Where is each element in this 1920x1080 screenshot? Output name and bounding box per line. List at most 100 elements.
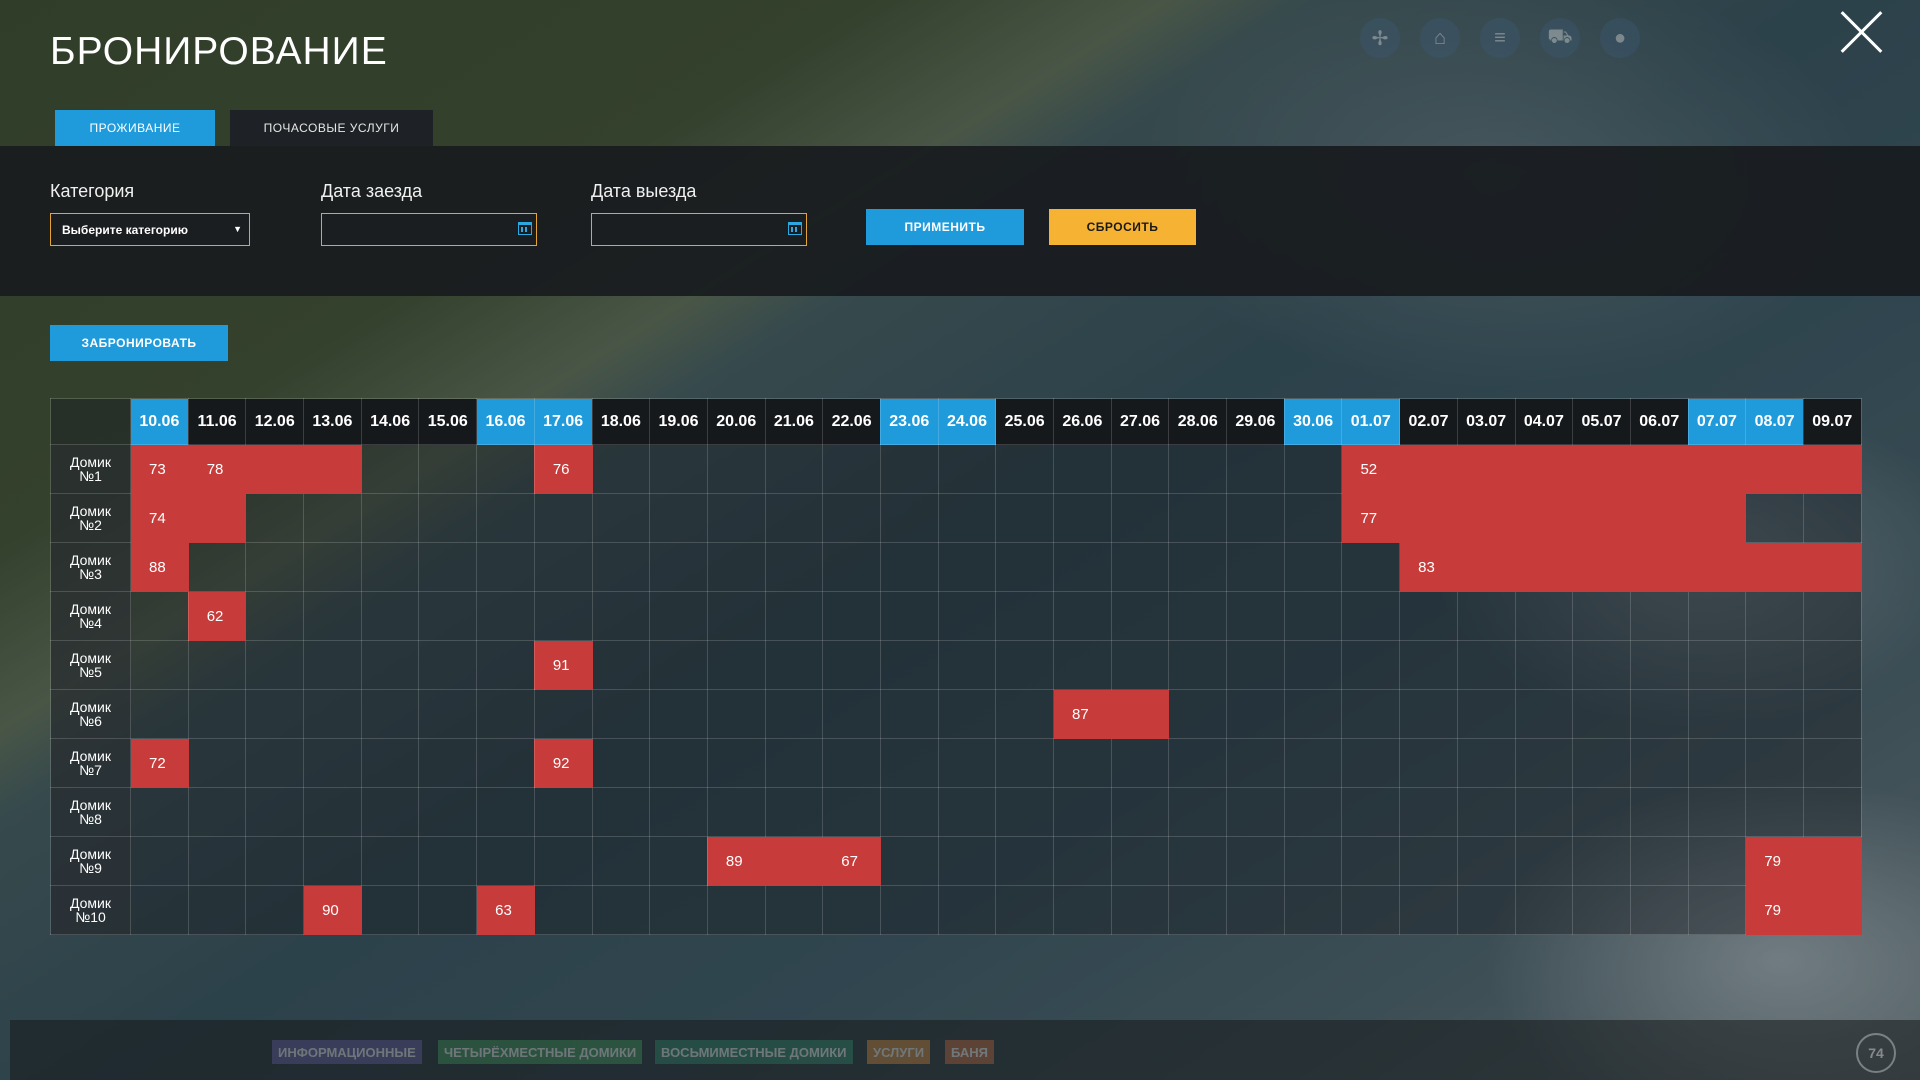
network-icon[interactable]: ✢: [1360, 18, 1400, 58]
free-cell[interactable]: [1456, 689, 1516, 739]
footer-category-button[interactable]: ЧЕТЫРЁХМЕСТНЫЕ ДОМИКИ: [438, 1040, 643, 1064]
free-cell[interactable]: [1572, 836, 1631, 886]
free-cell[interactable]: [1745, 738, 1804, 788]
free-cell[interactable]: [1399, 689, 1458, 739]
free-cell[interactable]: [995, 640, 1054, 690]
booking-cell[interactable]: 73: [130, 444, 189, 494]
free-cell[interactable]: [1514, 591, 1574, 641]
free-cell[interactable]: [591, 689, 651, 739]
free-cell[interactable]: [649, 787, 708, 837]
free-cell[interactable]: [706, 787, 766, 837]
free-cell[interactable]: [303, 640, 362, 690]
free-cell[interactable]: [1687, 640, 1747, 690]
free-cell[interactable]: [1629, 836, 1689, 886]
free-cell[interactable]: [1341, 836, 1401, 886]
free-cell[interactable]: [418, 640, 478, 690]
free-cell[interactable]: [764, 787, 824, 837]
free-cell[interactable]: [822, 787, 881, 837]
booking-cell[interactable]: 88: [130, 542, 189, 592]
free-cell[interactable]: [1110, 542, 1170, 592]
free-cell[interactable]: [476, 444, 535, 494]
free-cell[interactable]: [1053, 885, 1112, 935]
free-cell[interactable]: [764, 689, 824, 739]
free-cell[interactable]: [1283, 591, 1343, 641]
free-cell[interactable]: [418, 836, 478, 886]
booking-cell[interactable]: 78: [187, 444, 362, 494]
free-cell[interactable]: [476, 689, 535, 739]
free-cell[interactable]: [879, 444, 939, 494]
free-cell[interactable]: [533, 836, 593, 886]
free-cell[interactable]: [1629, 885, 1689, 935]
calendar-icon[interactable]: [788, 222, 802, 235]
free-cell[interactable]: [1745, 689, 1804, 739]
free-cell[interactable]: [995, 885, 1054, 935]
free-cell[interactable]: [591, 640, 651, 690]
free-cell[interactable]: [1053, 738, 1112, 788]
free-cell[interactable]: [591, 787, 651, 837]
free-cell[interactable]: [533, 787, 593, 837]
free-cell[interactable]: [591, 836, 651, 886]
booking-cell[interactable]: 62: [187, 591, 247, 641]
free-cell[interactable]: [764, 640, 824, 690]
free-cell[interactable]: [1168, 493, 1228, 543]
free-cell[interactable]: [937, 738, 997, 788]
free-cell[interactable]: [649, 689, 708, 739]
free-cell[interactable]: [1629, 640, 1689, 690]
free-cell[interactable]: [1110, 738, 1170, 788]
close-icon[interactable]: [1840, 10, 1884, 54]
free-cell[interactable]: [1456, 591, 1516, 641]
free-cell[interactable]: [1110, 787, 1170, 837]
free-cell[interactable]: [1745, 640, 1804, 690]
free-cell[interactable]: [476, 591, 535, 641]
free-cell[interactable]: [1572, 591, 1631, 641]
free-cell[interactable]: [764, 885, 824, 935]
free-cell[interactable]: [879, 787, 939, 837]
free-cell[interactable]: [1110, 640, 1170, 690]
free-cell[interactable]: [533, 591, 593, 641]
footer-category-button[interactable]: УСЛУГИ: [867, 1040, 931, 1064]
free-cell[interactable]: [1572, 738, 1631, 788]
free-cell[interactable]: [1283, 885, 1343, 935]
free-cell[interactable]: [1745, 787, 1804, 837]
free-cell[interactable]: [360, 689, 420, 739]
free-cell[interactable]: [360, 885, 420, 935]
free-cell[interactable]: [1226, 885, 1285, 935]
free-cell[interactable]: [245, 591, 305, 641]
free-cell[interactable]: [937, 640, 997, 690]
free-cell[interactable]: [649, 836, 708, 886]
free-cell[interactable]: [995, 493, 1054, 543]
free-cell[interactable]: [879, 885, 939, 935]
free-cell[interactable]: [764, 738, 824, 788]
free-cell[interactable]: [303, 738, 362, 788]
free-cell[interactable]: [1802, 689, 1862, 739]
checkin-date-input[interactable]: [321, 213, 537, 246]
free-cell[interactable]: [1226, 836, 1285, 886]
free-cell[interactable]: [649, 493, 708, 543]
free-cell[interactable]: [1283, 689, 1343, 739]
booking-cell[interactable]: 90: [303, 885, 362, 935]
free-cell[interactable]: [1687, 738, 1747, 788]
free-cell[interactable]: [1168, 591, 1228, 641]
free-cell[interactable]: [822, 885, 881, 935]
free-cell[interactable]: [360, 444, 420, 494]
free-cell[interactable]: [879, 591, 939, 641]
free-cell[interactable]: [130, 836, 189, 886]
free-cell[interactable]: [591, 591, 651, 641]
free-cell[interactable]: [822, 542, 881, 592]
cart-icon[interactable]: ⛟: [1540, 18, 1580, 58]
free-cell[interactable]: [130, 885, 189, 935]
free-cell[interactable]: [1226, 689, 1285, 739]
free-cell[interactable]: [245, 493, 305, 543]
free-cell[interactable]: [1629, 591, 1689, 641]
free-cell[interactable]: [1053, 444, 1112, 494]
free-cell[interactable]: [303, 787, 362, 837]
free-cell[interactable]: [1226, 787, 1285, 837]
free-cell[interactable]: [879, 493, 939, 543]
free-cell[interactable]: [764, 591, 824, 641]
free-cell[interactable]: [1168, 885, 1228, 935]
map-pin-icon[interactable]: ●: [1600, 18, 1640, 58]
free-cell[interactable]: [187, 787, 247, 837]
booking-cell[interactable]: 63: [476, 885, 535, 935]
free-cell[interactable]: [764, 493, 824, 543]
free-cell[interactable]: [1283, 444, 1343, 494]
